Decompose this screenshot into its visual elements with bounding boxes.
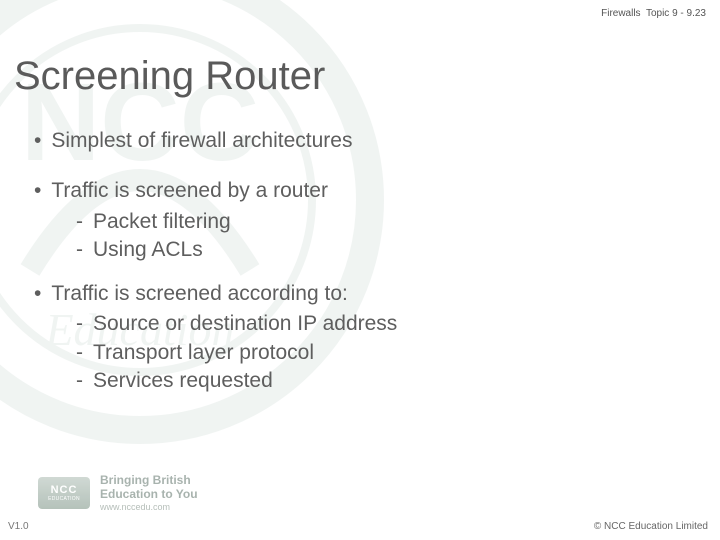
sub-text: Transport layer protocol (93, 340, 314, 366)
bullet-marker: • (34, 178, 41, 204)
slide-title: Screening Router (14, 54, 325, 99)
slide-body: • Simplest of firewall architectures • T… (34, 128, 690, 412)
tagline-line2: Education to You (100, 488, 198, 502)
sub-list: - Packet filtering - Using ACLs (76, 209, 690, 264)
ncc-logo-icon: NCC EDUCATION (38, 477, 90, 509)
sub-item: - Packet filtering (76, 209, 690, 235)
sub-text: Using ACLs (93, 237, 203, 263)
bullet-text: Traffic is screened according to: (51, 281, 347, 307)
bullet-text: Simplest of firewall architectures (51, 128, 352, 154)
dash-marker: - (76, 368, 83, 394)
sub-item: - Source or destination IP address (76, 311, 690, 337)
bullet-text: Traffic is screened by a router (51, 178, 328, 204)
logo-text: NCC (51, 484, 78, 496)
sub-item: - Services requested (76, 368, 690, 394)
sub-text: Packet filtering (93, 209, 231, 235)
sub-text: Source or destination IP address (93, 311, 397, 337)
sub-item: - Using ACLs (76, 237, 690, 263)
tagline-line1: Bringing British (100, 474, 198, 488)
footer-logo-block: NCC EDUCATION Bringing British Education… (38, 474, 198, 512)
dash-marker: - (76, 237, 83, 263)
dash-marker: - (76, 209, 83, 235)
header-topic-ref: Firewalls Topic 9 - 9.23 (601, 8, 706, 19)
sub-list: - Source or destination IP address - Tra… (76, 311, 690, 394)
logo-subtext: EDUCATION (48, 496, 80, 502)
bullet-item: • Simplest of firewall architectures (34, 128, 690, 154)
sub-item: - Transport layer protocol (76, 340, 690, 366)
footer-tagline: Bringing British Education to You www.nc… (100, 474, 198, 512)
bullet-marker: • (34, 281, 41, 307)
dash-marker: - (76, 311, 83, 337)
bullet-marker: • (34, 128, 41, 154)
copyright-label: © NCC Education Limited (594, 521, 708, 532)
bullet-item: • Traffic is screened by a router (34, 178, 690, 204)
dash-marker: - (76, 340, 83, 366)
header-topic: Topic 9 - 9.23 (646, 8, 706, 19)
bullet-item: • Traffic is screened according to: (34, 281, 690, 307)
footer-url: www.nccedu.com (100, 502, 198, 512)
header-course: Firewalls (601, 8, 640, 19)
version-label: V1.0 (8, 521, 29, 532)
sub-text: Services requested (93, 368, 273, 394)
